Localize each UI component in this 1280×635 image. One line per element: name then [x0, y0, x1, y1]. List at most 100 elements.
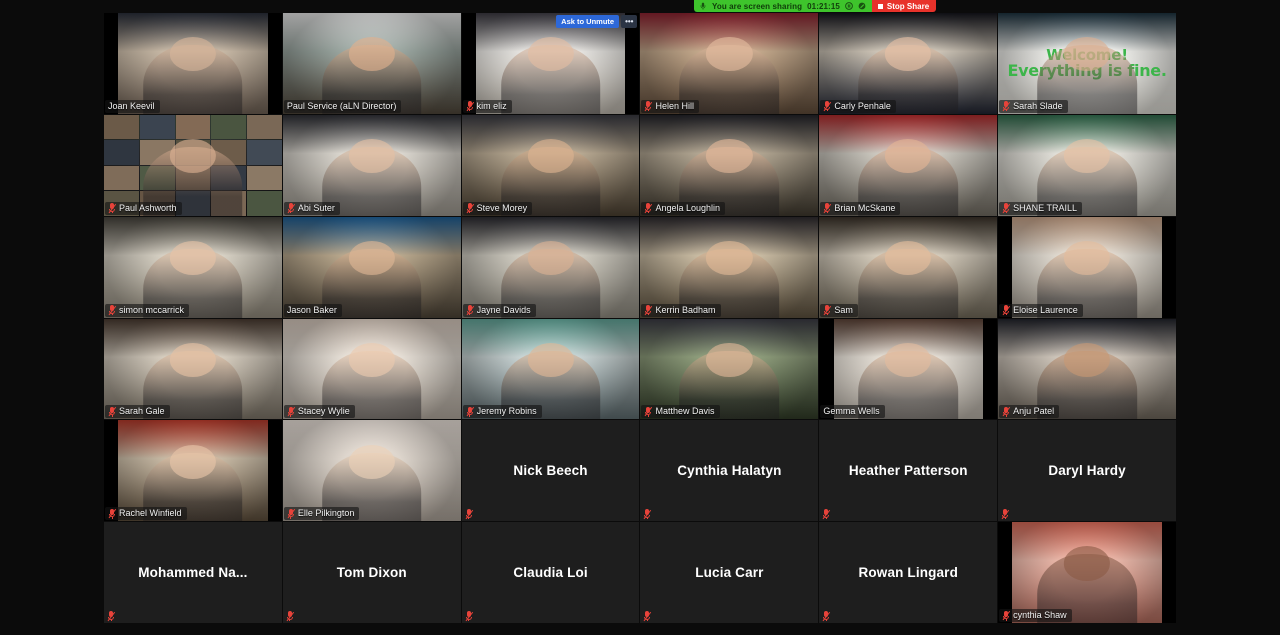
participant-tile[interactable]: Paul Ashworth [104, 114, 282, 216]
microphone-muted-icon [643, 611, 652, 621]
more-options-button[interactable]: ••• [621, 15, 638, 28]
participant-tile[interactable]: Jeremy Robins [461, 318, 640, 420]
letterbox-left [998, 522, 1013, 623]
annotate-icon[interactable] [858, 2, 866, 10]
participant-name-text: cynthia Shaw [1013, 610, 1067, 620]
participant-tile[interactable]: Nick Beech [461, 420, 640, 522]
participant-name-label: Sam [820, 303, 858, 317]
thumbnail-cell [247, 191, 282, 216]
microphone-muted-icon [823, 203, 832, 214]
microphone-muted-icon [643, 509, 652, 520]
participant-tile[interactable]: Matthew Davis [640, 318, 819, 420]
participant-name-text: Joan Keevil [108, 100, 155, 111]
participant-tile[interactable]: cynthia Shaw [998, 522, 1176, 623]
participant-name-label [820, 610, 835, 622]
participant-tile[interactable]: Cynthia Halatyn [640, 420, 819, 522]
microphone-muted-icon [1002, 203, 1011, 214]
participant-name-label: Jayne Davids [462, 303, 536, 317]
participant-tile[interactable]: Daryl Hardy [998, 420, 1176, 522]
no-video-placeholder: Claudia Loi [461, 522, 640, 623]
microphone-muted-icon [1002, 101, 1011, 112]
participant-tile[interactable]: Rowan Lingard [819, 522, 998, 623]
share-timer: 01:21:15 [807, 1, 840, 11]
stop-share-button[interactable]: Stop Share [871, 0, 937, 12]
microphone-muted-icon [465, 509, 474, 520]
participant-name-text: Matthew Davis [655, 406, 715, 417]
participant-tile[interactable]: Ask to Unmute ••• kim eliz [461, 13, 640, 114]
participant-tile[interactable]: Anju Patel [998, 318, 1176, 420]
thumbnail-cell [139, 114, 175, 140]
participant-name-text: Kerrin Badham [655, 304, 716, 315]
participant-name-label [641, 508, 656, 520]
participant-name-label: SHANE TRAILL [999, 201, 1083, 215]
participant-name-text: Jason Baker [286, 304, 337, 315]
participant-name-text: Sarah Slade [1013, 100, 1063, 111]
participant-tile[interactable]: Joan Keevil [104, 13, 282, 114]
microphone-muted-icon [1002, 305, 1011, 315]
participant-tile[interactable]: simon mccarrick [104, 216, 282, 318]
participant-tile[interactable]: SHANE TRAILL [998, 114, 1176, 216]
letterbox-right [625, 13, 640, 114]
participant-name-label [641, 610, 656, 622]
pause-icon[interactable] [845, 2, 853, 10]
participant-name-label: Stacey Wylie [283, 405, 355, 419]
participant-name-text: Eloise Laurence [1013, 304, 1078, 315]
participant-name-text: Gemma Wells [823, 406, 880, 417]
participant-name-text: Paul Ashworth [119, 202, 177, 213]
participant-tile[interactable]: Brian McSkane [819, 114, 998, 216]
participant-tile[interactable]: Kerrin Badham [640, 216, 819, 318]
participant-tile[interactable]: Claudia Loi [461, 522, 640, 623]
participant-tile[interactable]: Heather Patterson [819, 420, 998, 522]
participant-tile[interactable]: Sarah Gale [104, 318, 282, 420]
participant-tile[interactable]: Steve Morey [461, 114, 640, 216]
participant-name-text: Sarah Gale [119, 406, 165, 417]
participant-tile[interactable]: Helen Hill [640, 13, 819, 114]
participant-name-label [463, 508, 478, 520]
participant-display-name: Heather Patterson [848, 463, 968, 479]
stop-share-label: Stop Share [886, 1, 930, 11]
participant-tile[interactable]: Tom Dixon [282, 522, 461, 623]
participant-name-text: simon mccarrick [119, 304, 185, 315]
thumbnail-cell [175, 114, 211, 140]
participant-tile[interactable]: Paul Service (aLN Director) [282, 13, 461, 114]
participant-name-text: Steve Morey [476, 202, 528, 213]
participant-name-label [463, 610, 478, 622]
no-video-placeholder: Heather Patterson [819, 420, 998, 522]
microphone-muted-icon [823, 101, 832, 112]
participant-tile[interactable]: Carly Penhale [819, 13, 998, 114]
thumbnail-cell [104, 140, 139, 165]
microphone-icon[interactable] [699, 2, 707, 10]
participant-name-label: Paul Service (aLN Director) [283, 99, 402, 113]
thumbnail-cell [247, 114, 282, 140]
participant-tile[interactable]: Mohammed Na... [104, 522, 282, 623]
ask-to-unmute-button[interactable]: Ask to Unmute [556, 15, 620, 28]
no-video-placeholder: Mohammed Na... [104, 522, 282, 623]
participant-display-name: Nick Beech [513, 463, 588, 479]
participant-tile[interactable]: Jayne Davids [461, 216, 640, 318]
letterbox-left [104, 13, 119, 114]
no-video-placeholder: Tom Dixon [282, 522, 461, 623]
participant-tile[interactable]: Eloise Laurence [998, 216, 1176, 318]
participant-tile[interactable]: Abi Suter [282, 114, 461, 216]
participant-tile[interactable]: Elle Pilkington [282, 420, 461, 522]
microphone-muted-icon [108, 305, 117, 315]
participant-tile[interactable]: Sam [819, 216, 998, 318]
microphone-muted-icon [287, 406, 296, 417]
no-video-placeholder: Daryl Hardy [998, 420, 1176, 522]
participant-tile[interactable]: Jason Baker [282, 216, 461, 318]
no-video-placeholder: Cynthia Halatyn [640, 420, 819, 522]
participant-tile[interactable]: Gemma Wells [819, 318, 998, 420]
participant-tile[interactable]: Angela Loughlin [640, 114, 819, 216]
participant-display-name: Claudia Loi [513, 565, 588, 581]
participant-display-name: Tom Dixon [336, 565, 407, 581]
letterbox-right [267, 420, 282, 522]
participant-tile[interactable]: Welcome!Everything is fine.Sarah Slade [998, 13, 1176, 114]
participant-tile[interactable]: Rachel Winfield [104, 420, 282, 522]
participant-tile[interactable]: Lucia Carr [640, 522, 819, 623]
participant-name-label: Angela Loughlin [641, 201, 726, 215]
screen-share-bar: You are screen sharing 01:21:15 Stop Sha… [694, 0, 937, 12]
participant-name-label: Sarah Slade [999, 99, 1068, 113]
participant-name-label: Carly Penhale [820, 99, 896, 113]
microphone-muted-icon [822, 611, 831, 621]
participant-tile[interactable]: Stacey Wylie [282, 318, 461, 420]
